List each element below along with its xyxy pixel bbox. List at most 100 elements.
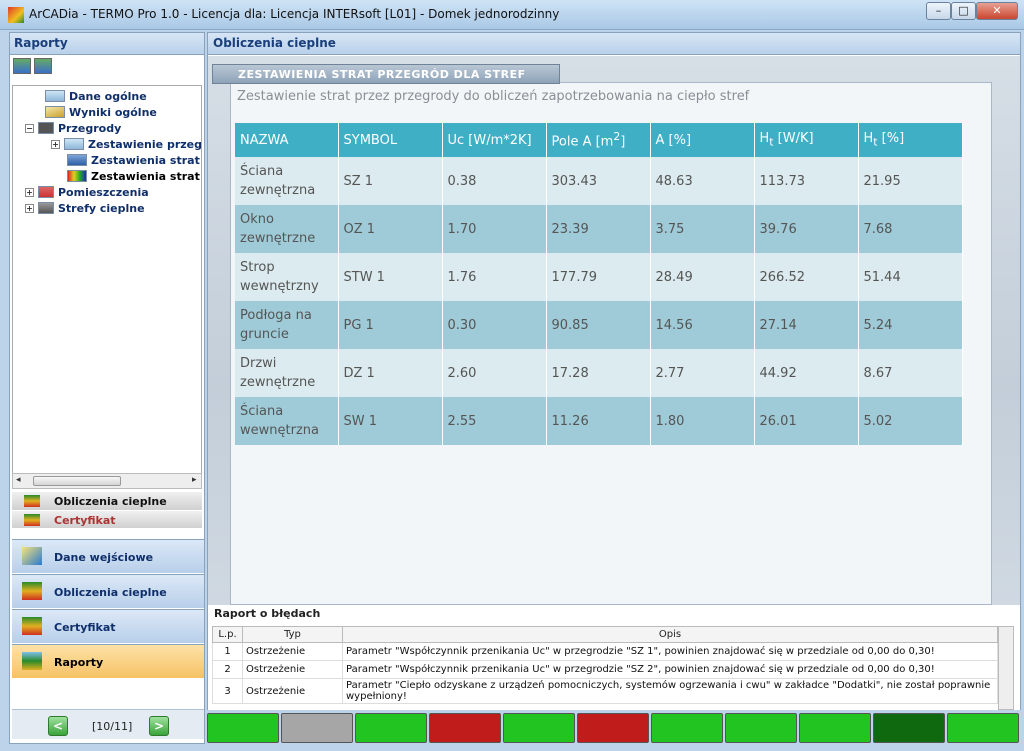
cell-pole: 177.79 — [546, 253, 651, 301]
app-window: ArCADia - TERMO Pro 1.0 - Licencja dla: … — [0, 0, 1024, 751]
tree-item-zestawienia-strat-1[interactable]: Zestawienia strat p — [67, 152, 201, 168]
rtf-export-all-icon[interactable] — [34, 58, 52, 74]
cell-ht-percent: 5.02 — [858, 397, 963, 445]
cell-pole: 17.28 — [546, 349, 651, 397]
cell-symbol: SW 1 — [338, 397, 443, 445]
cell-ht: 39.76 — [754, 205, 859, 253]
cell-a: 3.75 — [650, 205, 755, 253]
cell-pole: 90.85 — [546, 301, 651, 349]
tree-horizontal-scrollbar[interactable]: ◂ ▸ — [12, 473, 202, 489]
app-icon — [8, 7, 24, 23]
maximize-button[interactable]: □ — [951, 2, 976, 20]
col-ht: Ht [W/K] — [754, 123, 859, 157]
error-lp: 1 — [212, 642, 243, 661]
status-indicator[interactable] — [799, 713, 871, 743]
cell-symbol: STW 1 — [338, 253, 443, 301]
scroll-thumb[interactable] — [33, 476, 121, 486]
status-indicator[interactable] — [651, 713, 723, 743]
status-indicator[interactable] — [355, 713, 427, 743]
cell-uc: 2.60 — [442, 349, 547, 397]
status-indicator[interactable] — [725, 713, 797, 743]
table-row: Ściana zewnętrzna SZ 1 0.38 303.43 48.63… — [235, 157, 963, 205]
error-row[interactable]: 1 Ostrzeżenie Parametr "Współczynnik prz… — [212, 642, 998, 661]
document-icon — [45, 90, 65, 102]
error-vertical-scrollbar[interactable] — [998, 626, 1014, 710]
next-page-button[interactable]: > — [149, 716, 169, 736]
certificate-bars-icon — [24, 514, 40, 526]
tree-item-dane-ogolne[interactable]: Dane ogólne — [45, 88, 147, 104]
nav-dane-wejsciowe[interactable]: Dane wejściowe — [12, 539, 204, 573]
col-typ: Typ — [242, 626, 343, 643]
cell-ht: 26.01 — [754, 397, 859, 445]
cell-ht-percent: 21.95 — [858, 157, 963, 205]
status-indicator[interactable] — [577, 713, 649, 743]
page-indicator: [10/11] — [92, 720, 133, 733]
status-indicator[interactable] — [429, 713, 501, 743]
error-description: Parametr "Ciepło odzyskane z urządzeń po… — [342, 678, 998, 704]
expand-icon[interactable]: + — [25, 203, 34, 213]
nav-obliczenia-cieplne[interactable]: Obliczenia cieplne — [12, 574, 204, 608]
nav-raporty[interactable]: Raporty — [12, 644, 204, 678]
expand-icon[interactable]: + — [25, 187, 34, 197]
col-nazwa: NAZWA — [235, 123, 339, 157]
cell-pole: 303.43 — [546, 157, 651, 205]
col-ht-percent: Ht [%] — [858, 123, 963, 157]
section-title: ZESTAWIENIA STRAT PRZEGRÓD DLA STREF — [212, 64, 560, 84]
error-lp: 2 — [212, 660, 243, 679]
cell-pole: 23.39 — [546, 205, 651, 253]
close-button[interactable]: ✕ — [976, 2, 1018, 20]
main-panel: Obliczenia cieplne Zestawienie strat prz… — [207, 32, 1021, 710]
cell-uc: 1.70 — [442, 205, 547, 253]
col-opis: Opis — [342, 626, 998, 643]
tree-item-strefy-cieplne[interactable]: + Strefy cieplne — [25, 200, 145, 216]
minimize-button[interactable]: – — [926, 2, 951, 20]
expand-icon[interactable]: + — [51, 139, 60, 149]
cell-symbol: OZ 1 — [338, 205, 443, 253]
status-indicator[interactable] — [281, 713, 353, 743]
wall-icon — [38, 122, 54, 134]
report-tree: Dane ogólne Wyniki ogólne − Przegrody + Ze… — [12, 85, 202, 475]
status-indicator[interactable] — [873, 713, 945, 743]
cell-ht: 266.52 — [754, 253, 859, 301]
title-bar: ArCADia - TERMO Pro 1.0 - Licencja dla: … — [0, 0, 1024, 30]
error-report-panel: Raport o błędach L.p. Typ Opis 1 Ostrzeż… — [208, 605, 1020, 710]
left-panel-title: Raporty — [10, 33, 204, 55]
error-row[interactable]: 3 Ostrzeżenie Parametr "Ciepło odzyskane… — [212, 678, 998, 704]
nav-certyfikat[interactable]: Certyfikat — [12, 609, 204, 643]
status-indicator[interactable] — [503, 713, 575, 743]
prev-page-button[interactable]: < — [48, 716, 68, 736]
pencil-icon — [22, 547, 42, 565]
col-lp: L.p. — [212, 626, 243, 643]
error-row[interactable]: 2 Ostrzeżenie Parametr "Współczynnik prz… — [212, 660, 998, 679]
rtf-export-icon[interactable] — [13, 58, 31, 74]
tree-item-zestawienie-przegrod[interactable]: + Zestawienie przegr — [51, 136, 201, 152]
zone-icon — [38, 202, 54, 214]
status-indicator[interactable] — [947, 713, 1019, 743]
scroll-right-icon[interactable]: ▸ — [192, 475, 197, 485]
report-view: Zestawienie strat przez przegrody do obl… — [208, 56, 1020, 611]
rainbow-table-icon — [67, 170, 87, 182]
cell-nazwa: Okno zewnętrzne — [235, 205, 339, 253]
error-lp: 3 — [212, 678, 243, 704]
left-panel: Raporty Dane ogólne Wyniki ogólne − Przeg… — [9, 32, 205, 744]
pager: < [10/11] > — [12, 709, 204, 739]
cell-ht-percent: 5.24 — [858, 301, 963, 349]
certificate-bars-icon — [22, 617, 42, 635]
cell-ht-percent: 51.44 — [858, 253, 963, 301]
error-header-row: L.p. Typ Opis — [212, 626, 998, 643]
scroll-left-icon[interactable]: ◂ — [16, 475, 21, 485]
collapse-icon[interactable]: − — [25, 123, 34, 133]
tree-item-pomieszczenia[interactable]: + Pomieszczenia — [25, 184, 149, 200]
tree-item-przegrody[interactable]: − Przegrody — [25, 120, 121, 136]
tree-item-zestawienia-strat-2[interactable]: Zestawienia strat p — [67, 168, 201, 184]
main-panel-title: Obliczenia cieplne — [208, 33, 1020, 55]
tree-item-wyniki-ogolne[interactable]: Wyniki ogólne — [45, 104, 157, 120]
mini-nav-certyfikat[interactable]: Certyfikat — [12, 511, 202, 528]
cell-nazwa: Strop wewnętrzny — [235, 253, 339, 301]
status-indicator[interactable] — [207, 713, 279, 743]
cell-uc: 1.76 — [442, 253, 547, 301]
col-uc: Uc [W/m*2K] — [442, 123, 547, 157]
mini-nav-obliczenia[interactable]: Obliczenia cieplne — [12, 492, 202, 510]
error-type: Ostrzeżenie — [242, 642, 343, 661]
cell-pole: 11.26 — [546, 397, 651, 445]
